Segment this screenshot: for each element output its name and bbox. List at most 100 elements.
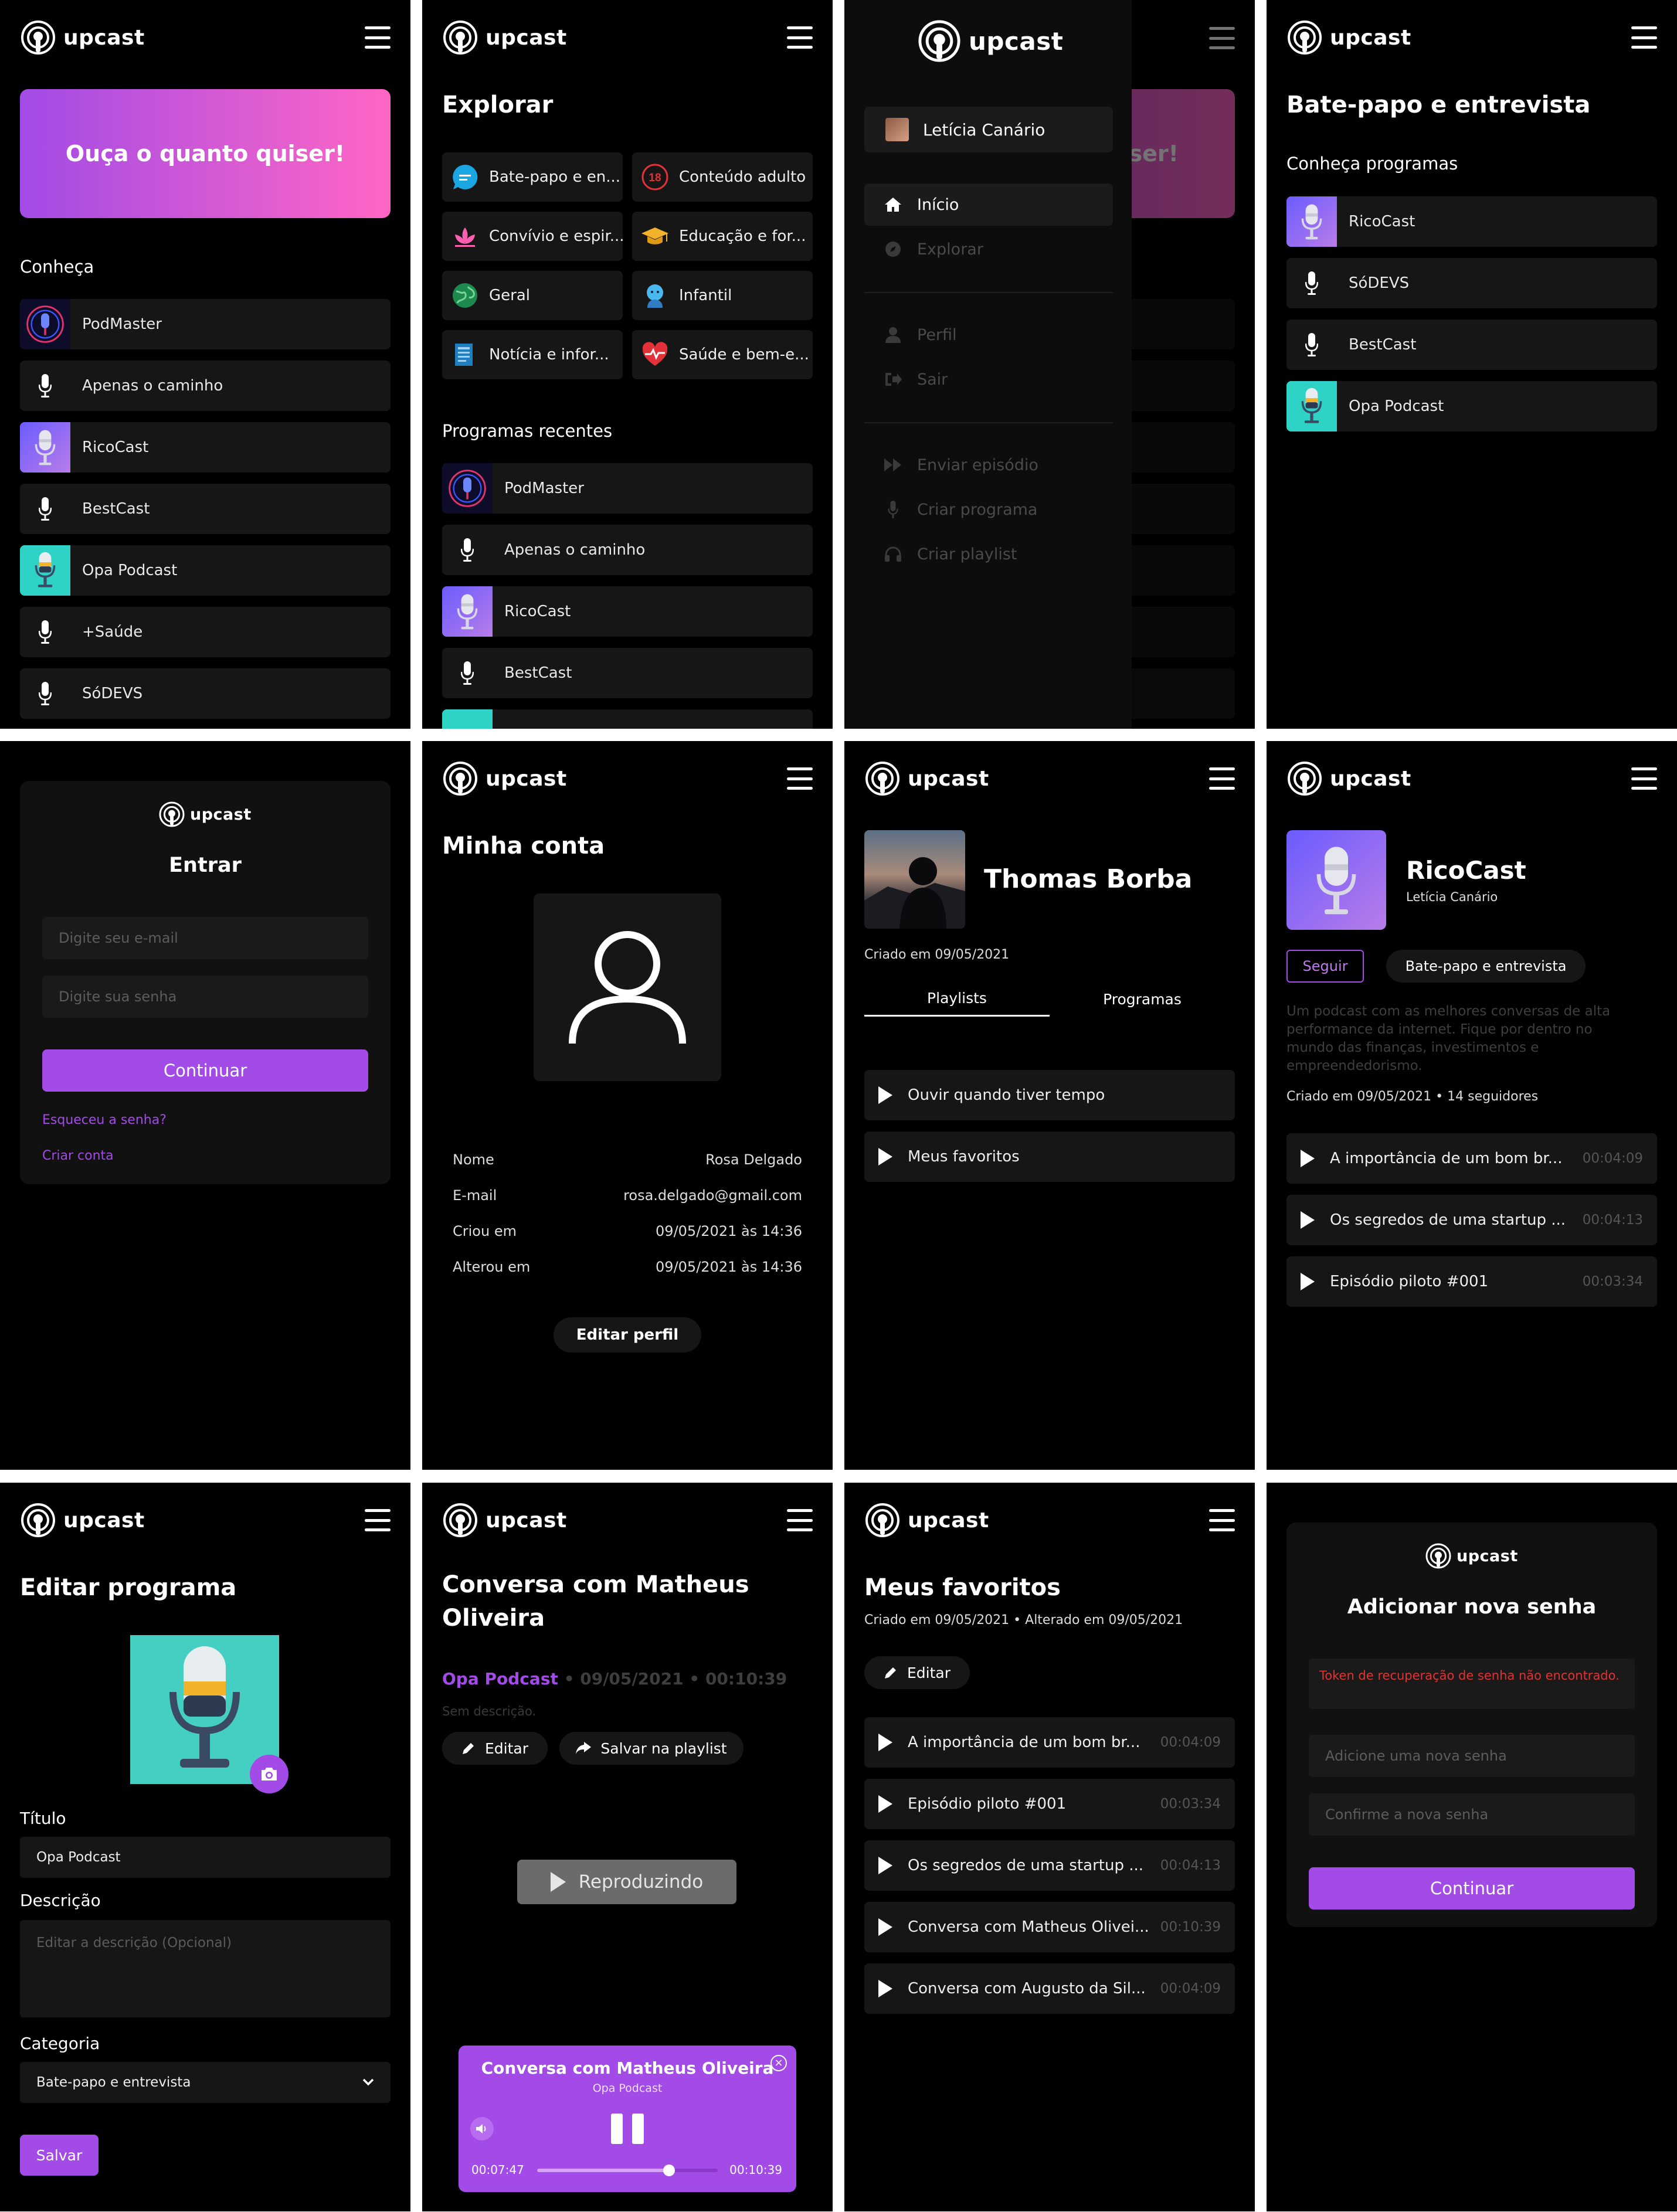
episode-program-link[interactable]: Opa Podcast bbox=[442, 1669, 558, 1688]
edit-episode-button[interactable]: Editar bbox=[442, 1732, 548, 1765]
playlist-item[interactable]: Meus favoritos bbox=[864, 1132, 1235, 1182]
brand-logo[interactable]: upcast bbox=[864, 1502, 989, 1538]
menu-icon[interactable] bbox=[1209, 767, 1235, 790]
password-field[interactable]: Digite sua senha bbox=[42, 976, 368, 1018]
tab-playlists[interactable]: Playlists bbox=[864, 981, 1050, 1017]
brand-logo[interactable]: upcast bbox=[864, 760, 989, 797]
menu-item-create-playlist[interactable]: Criar playlist bbox=[864, 533, 1113, 575]
email-field[interactable]: Digite seu e-mail bbox=[42, 917, 368, 959]
menu-icon[interactable] bbox=[787, 26, 813, 49]
menu-icon[interactable] bbox=[787, 767, 813, 790]
list-item[interactable]: Opa Podcast bbox=[20, 545, 391, 596]
episode-title: Os segredos de uma startup ... bbox=[908, 1857, 1144, 1874]
list-item[interactable] bbox=[442, 709, 813, 729]
category-general[interactable]: Geral bbox=[442, 271, 623, 320]
episode-item[interactable]: A importância de um bom br... 00:04:09 bbox=[1286, 1133, 1657, 1184]
continue-button[interactable]: Continuar bbox=[1309, 1867, 1635, 1909]
category-health[interactable]: Saúde e bem-e... bbox=[632, 330, 813, 379]
category-spiritual[interactable]: Convívio e espir... bbox=[442, 212, 623, 261]
progress-handle[interactable] bbox=[663, 2165, 675, 2176]
description-textarea[interactable]: Editar a descrição (Opcional) bbox=[20, 1920, 391, 2017]
playlist-item[interactable]: Ouvir quando tiver tempo bbox=[864, 1070, 1235, 1120]
episode-item[interactable]: A importância de um bom br... 00:04:09 bbox=[864, 1717, 1235, 1768]
brand-name: upcast bbox=[969, 26, 1064, 56]
episode-title: Conversa com Augusto da Sil... bbox=[908, 1980, 1146, 1997]
list-item[interactable]: BestCast bbox=[20, 484, 391, 534]
playing-button[interactable]: Reproduzindo bbox=[517, 1860, 736, 1904]
brand-logo[interactable]: upcast bbox=[1425, 1542, 1518, 1569]
confirm-password-field[interactable]: Confirme a nova senha bbox=[1309, 1793, 1635, 1836]
forgot-password-link[interactable]: Esqueceu a senha? bbox=[42, 1113, 167, 1127]
pencil-icon bbox=[462, 1743, 474, 1754]
pause-icon[interactable] bbox=[611, 2114, 644, 2144]
list-item[interactable]: PodMaster bbox=[442, 463, 813, 514]
brand-logo[interactable]: upcast bbox=[442, 760, 567, 797]
menu-item-profile[interactable]: Perfil bbox=[864, 314, 1113, 356]
list-item[interactable]: SóDEVS bbox=[1286, 258, 1657, 308]
brand-logo[interactable]: upcast bbox=[1286, 760, 1411, 797]
edit-profile-button[interactable]: Editar perfil bbox=[554, 1317, 701, 1353]
category-adult[interactable]: 18 Conteúdo adulto bbox=[632, 152, 813, 202]
progress-track[interactable] bbox=[537, 2165, 718, 2176]
category-education[interactable]: Educação e for... bbox=[632, 212, 813, 261]
menu-item-explore[interactable]: Explorar bbox=[864, 228, 1113, 270]
menu-icon[interactable] bbox=[1209, 1509, 1235, 1531]
list-item[interactable]: PodMaster bbox=[20, 299, 391, 349]
save-button[interactable]: Salvar bbox=[20, 2135, 99, 2176]
user-card[interactable]: Letícia Canário bbox=[864, 107, 1113, 152]
list-item[interactable]: Opa Podcast bbox=[1286, 381, 1657, 431]
episode-item[interactable]: Episódio piloto #001 00:03:34 bbox=[864, 1779, 1235, 1829]
category-kids[interactable]: Infantil bbox=[632, 271, 813, 320]
list-item[interactable]: RicoCast bbox=[442, 586, 813, 637]
brand-logo[interactable]: upcast bbox=[20, 19, 145, 56]
side-drawer: upcast Letícia Canário Início Explorar P… bbox=[844, 0, 1132, 729]
list-item[interactable]: Apenas o caminho bbox=[442, 525, 813, 575]
category-news[interactable]: Notícia e infor... bbox=[442, 330, 623, 379]
category-chat[interactable]: Bate-papo e en... bbox=[442, 152, 623, 202]
episode-item[interactable]: Conversa com Matheus Olivei... 00:10:39 bbox=[864, 1902, 1235, 1952]
brand-logo[interactable]: upcast bbox=[442, 1502, 567, 1538]
list-item[interactable]: +Saúde bbox=[20, 607, 391, 657]
list-item[interactable]: SóDEVS bbox=[20, 668, 391, 719]
category-badge[interactable]: Bate-papo e entrevista bbox=[1386, 950, 1586, 983]
menu-icon[interactable] bbox=[365, 1509, 391, 1531]
list-item[interactable]: Apenas o caminho bbox=[20, 361, 391, 411]
edit-playlist-label: Editar bbox=[907, 1664, 950, 1681]
tab-programs[interactable]: Programas bbox=[1050, 981, 1235, 1017]
continue-button[interactable]: Continuar bbox=[42, 1049, 368, 1092]
volume-icon[interactable] bbox=[470, 2117, 494, 2140]
brand-logo[interactable]: upcast bbox=[158, 801, 252, 828]
list-item[interactable]: BestCast bbox=[1286, 320, 1657, 370]
episode-item[interactable]: Os segredos de uma startup ... 00:04:13 bbox=[1286, 1195, 1657, 1245]
menu-icon[interactable] bbox=[1631, 26, 1657, 49]
list-item[interactable]: BestCast bbox=[442, 648, 813, 698]
upload-photo-button[interactable] bbox=[250, 1755, 288, 1793]
menu-item-send-episode[interactable]: Enviar episódio bbox=[864, 444, 1113, 486]
title-input[interactable]: Opa Podcast bbox=[20, 1837, 391, 1878]
menu-icon[interactable] bbox=[1631, 767, 1657, 790]
episode-item[interactable]: Episódio piloto #001 00:03:34 bbox=[1286, 1256, 1657, 1307]
list-item[interactable]: RicoCast bbox=[1286, 196, 1657, 247]
menu-item-create-program[interactable]: Criar programa bbox=[864, 488, 1113, 531]
edit-playlist-button[interactable]: Editar bbox=[864, 1656, 970, 1689]
brand-logo[interactable]: upcast bbox=[442, 19, 567, 56]
episode-item[interactable]: Conversa com Augusto da Sil... 00:04:09 bbox=[864, 1963, 1235, 2014]
menu-icon[interactable] bbox=[787, 1509, 813, 1531]
brand-logo[interactable]: upcast bbox=[917, 19, 1063, 63]
close-icon[interactable]: × bbox=[770, 2055, 787, 2071]
save-to-playlist-button[interactable]: Salvar na playlist bbox=[559, 1732, 744, 1765]
menu-icon[interactable] bbox=[365, 26, 391, 49]
episode-item[interactable]: Os segredos de uma startup ... 00:04:13 bbox=[864, 1840, 1235, 1891]
menu-item-home[interactable]: Início bbox=[864, 184, 1113, 226]
menu-icon[interactable] bbox=[1209, 27, 1235, 49]
play-icon bbox=[878, 1918, 892, 1936]
menu-item-logout[interactable]: Sair bbox=[864, 358, 1113, 400]
brand-logo[interactable]: upcast bbox=[20, 1502, 145, 1538]
create-account-link[interactable]: Criar conta bbox=[42, 1149, 114, 1163]
category-select[interactable]: Bate-papo e entrevista bbox=[20, 2062, 391, 2103]
new-password-field[interactable]: Adicione uma nova senha bbox=[1309, 1735, 1635, 1777]
divider bbox=[864, 422, 1113, 423]
follow-button[interactable]: Seguir bbox=[1286, 950, 1364, 983]
brand-logo[interactable]: upcast bbox=[1286, 19, 1411, 56]
list-item[interactable]: RicoCast bbox=[20, 422, 391, 473]
